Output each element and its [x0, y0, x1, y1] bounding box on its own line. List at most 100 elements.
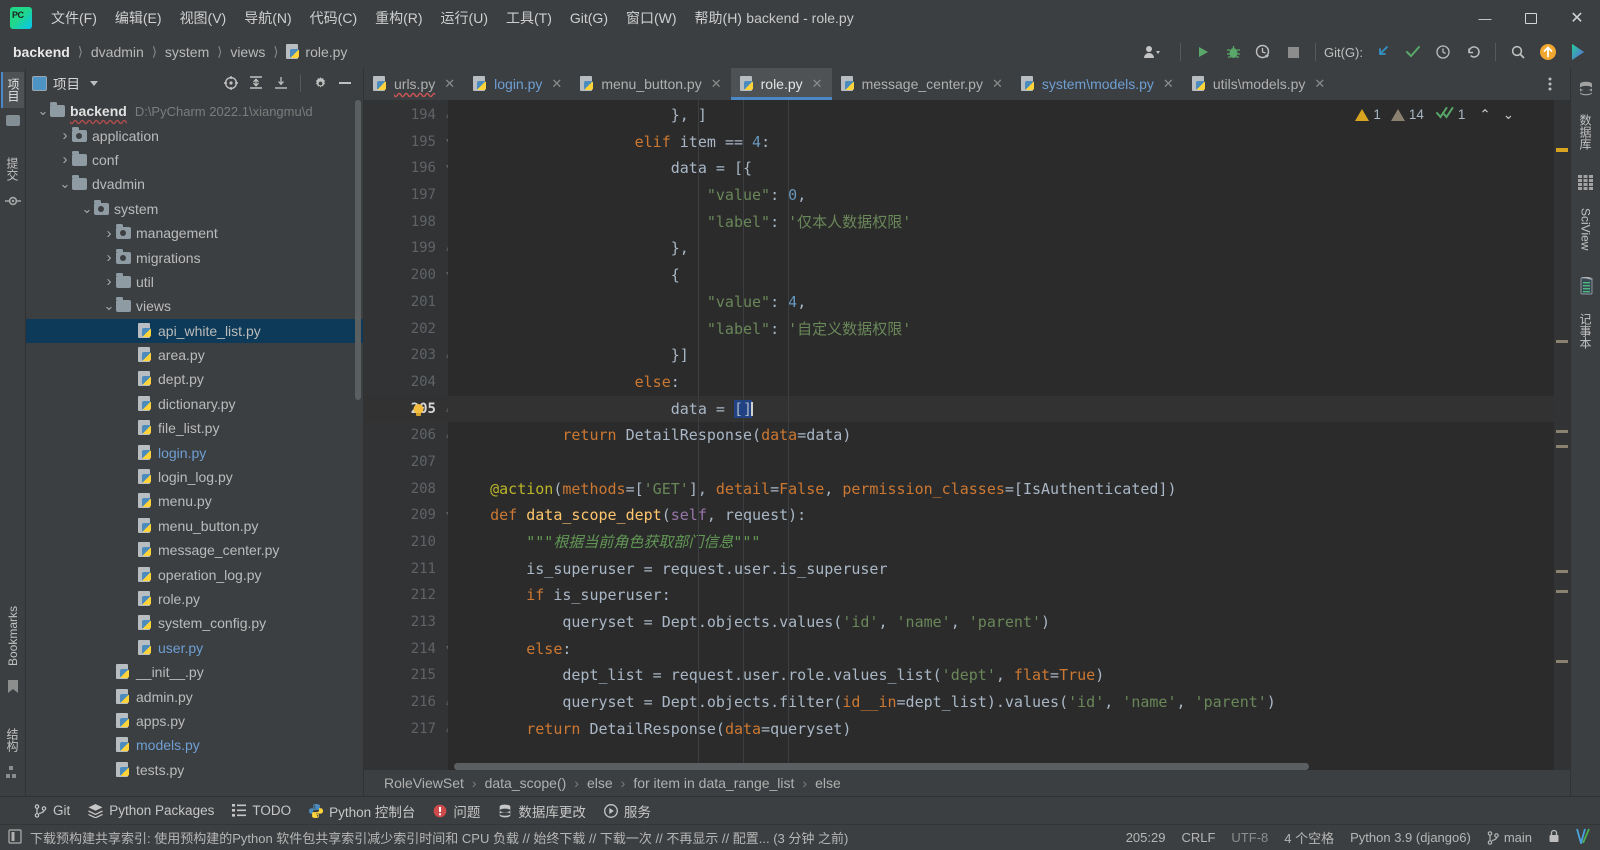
- editor-tab-urls-py[interactable]: urls.py ✕: [364, 68, 464, 100]
- tree-item-message_center-py[interactable]: message_center.py: [26, 538, 363, 562]
- code-line[interactable]: return DetailResponse(data=data): [448, 422, 1554, 449]
- tree-item-system[interactable]: ⌄ system: [26, 197, 363, 221]
- tree-item-operation_log-py[interactable]: operation_log.py: [26, 562, 363, 586]
- editor-tab-message_center-py[interactable]: message_center.py ✕: [832, 68, 1012, 100]
- close-tab-icon[interactable]: ✕: [711, 76, 722, 92]
- code-line[interactable]: if is_superuser:: [448, 582, 1554, 609]
- run-with-coverage-button[interactable]: [1249, 39, 1277, 65]
- inspections-widget[interactable]: 1 14 1 ⌃ ⌄: [1355, 106, 1514, 123]
- select-opened-file-icon[interactable]: [219, 71, 243, 95]
- code-line[interactable]: elif item == 4:: [448, 129, 1554, 156]
- tree-item-file_list-py[interactable]: file_list.py: [26, 416, 363, 440]
- collapse-all-icon[interactable]: [269, 71, 293, 95]
- code-line[interactable]: data = []: [448, 395, 1554, 423]
- tree-item-login_log-py[interactable]: login_log.py: [26, 465, 363, 489]
- git-history-icon[interactable]: [1429, 39, 1457, 65]
- chevron-right-icon[interactable]: ›: [58, 127, 72, 144]
- chevron-down-icon[interactable]: ⌄: [58, 177, 72, 190]
- next-problem-icon[interactable]: ⌄: [1503, 107, 1514, 123]
- code-line[interactable]: "value": 4,: [448, 289, 1554, 316]
- line-number[interactable]: 208: [364, 476, 448, 503]
- tree-item-role-py[interactable]: role.py: [26, 587, 363, 611]
- tree-item-__init__-py[interactable]: __init__.py: [26, 660, 363, 684]
- status-message-area[interactable]: 下载预构建共享索引: 使用预构建的Python 软件包共享索引减少索引时间和 C…: [8, 828, 848, 847]
- tree-item-util[interactable]: › util: [26, 270, 363, 294]
- tree-item-dvadmin[interactable]: ⌄ dvadmin: [26, 172, 363, 196]
- line-number[interactable]: 217△: [364, 716, 452, 743]
- tree-item-api_white_list-py[interactable]: api_white_list.py: [26, 318, 363, 343]
- tool-window-todo[interactable]: TODO: [232, 803, 291, 818]
- prev-problem-icon[interactable]: ⌃: [1479, 107, 1490, 123]
- close-tab-icon[interactable]: ✕: [551, 76, 562, 92]
- line-number[interactable]: 196▽: [364, 155, 452, 182]
- editor-tab-role-py[interactable]: role.py ✕: [730, 68, 832, 100]
- line-number[interactable]: 214▽: [364, 636, 452, 663]
- line-number[interactable]: 201: [364, 289, 448, 316]
- tool-tab-sciview[interactable]: SciView: [1577, 202, 1595, 256]
- close-tab-icon[interactable]: ✕: [812, 76, 823, 92]
- close-tab-icon[interactable]: ✕: [1314, 76, 1325, 92]
- tree-item-dept-py[interactable]: dept.py: [26, 367, 363, 391]
- tool-tab-structure[interactable]: 结构: [2, 722, 23, 758]
- line-number[interactable]: 204: [364, 369, 448, 396]
- tree-item-login-py[interactable]: login.py: [26, 440, 363, 464]
- menu-tools[interactable]: 工具(T): [497, 4, 561, 32]
- code-line[interactable]: is_superuser = request.user.is_superuser: [448, 556, 1554, 583]
- line-number[interactable]: 197: [364, 182, 448, 209]
- code-line[interactable]: "value": 0,: [448, 182, 1554, 209]
- tool-window---[interactable]: 服务: [603, 801, 651, 821]
- tree-item-migrations[interactable]: › migrations: [26, 245, 363, 269]
- tool-tab-project[interactable]: 项目: [1, 72, 24, 108]
- line-number[interactable]: 198: [364, 209, 448, 236]
- run-button[interactable]: [1189, 39, 1217, 65]
- line-separator[interactable]: CRLF: [1181, 830, 1215, 845]
- expand-all-icon[interactable]: [244, 71, 268, 95]
- ide-memory-indicator[interactable]: [1576, 828, 1590, 847]
- project-tree-scrollbar[interactable]: [355, 100, 361, 400]
- tree-item-user-py[interactable]: user.py: [26, 636, 363, 660]
- editor-breadcrumb-item[interactable]: else: [815, 775, 841, 791]
- tree-item-menu-py[interactable]: menu.py: [26, 489, 363, 513]
- line-number[interactable]: 203△: [364, 342, 452, 369]
- close-tab-icon[interactable]: ✕: [1163, 76, 1174, 92]
- notebook-icon[interactable]: [1578, 275, 1594, 300]
- close-button[interactable]: ✕: [1554, 0, 1600, 36]
- sciview-grid-icon[interactable]: [1578, 175, 1593, 195]
- stop-button[interactable]: [1279, 39, 1307, 65]
- menu-file[interactable]: 文件(F): [42, 4, 106, 32]
- menu-run[interactable]: 运行(U): [432, 4, 497, 32]
- chevron-down-icon[interactable]: [90, 80, 98, 86]
- code-text[interactable]: }, ] elif item == 4: data = [{ "value": …: [448, 100, 1554, 770]
- profile-dropdown-icon[interactable]: [1134, 39, 1172, 65]
- editor-breadcrumb-item[interactable]: else: [587, 775, 613, 791]
- hide-panel-icon[interactable]: [333, 71, 357, 95]
- git-update-project-icon[interactable]: [1369, 39, 1397, 65]
- code-line[interactable]: queryset = Dept.objects.values('id', 'na…: [448, 609, 1554, 636]
- minimize-button[interactable]: —: [1462, 0, 1508, 36]
- line-number[interactable]: 206△: [364, 422, 452, 449]
- code-line[interactable]: @action(methods=['GET'], detail=False, p…: [448, 476, 1554, 503]
- tree-item-models-py[interactable]: models.py: [26, 733, 363, 757]
- tool-tab-commit[interactable]: 提交: [2, 151, 23, 187]
- editor-viewport[interactable]: 194△195▽196▽197198199△200▽201202203△2042…: [364, 100, 1570, 770]
- line-number[interactable]: 212: [364, 582, 448, 609]
- editor-tabs-more-icon[interactable]: [1536, 71, 1564, 97]
- tool-tab-bookmarks[interactable]: Bookmarks: [4, 600, 22, 672]
- debug-button[interactable]: [1219, 39, 1247, 65]
- line-number[interactable]: 209▽: [364, 502, 452, 529]
- editor-breadcrumb-item[interactable]: for item in data_range_list: [633, 775, 794, 791]
- editor-tab-menu_button-py[interactable]: menu_button.py ✕: [571, 68, 730, 100]
- code-line[interactable]: }]: [448, 342, 1554, 369]
- code-line[interactable]: "label": '自定义数据权限': [448, 316, 1554, 343]
- chevron-right-icon[interactable]: ›: [58, 151, 72, 168]
- chevron-right-icon[interactable]: ›: [102, 273, 116, 290]
- maximize-button[interactable]: [1508, 0, 1554, 36]
- code-line[interactable]: dept_list = request.user.role.values_lis…: [448, 662, 1554, 689]
- chevron-right-icon[interactable]: ›: [102, 225, 116, 242]
- status-message[interactable]: 下载预构建共享索引: 使用预构建的Python 软件包共享索引减少索引时间和 C…: [30, 828, 848, 847]
- breadcrumb-dvadmin[interactable]: dvadmin: [88, 43, 147, 61]
- tool-window---[interactable]: 问题: [433, 801, 480, 821]
- tree-item-backend[interactable]: ⌄ backend D:\PyCharm 2022.1\xiangmu\d: [26, 99, 363, 123]
- chevron-right-icon[interactable]: ›: [102, 249, 116, 266]
- code-line[interactable]: },: [448, 235, 1554, 262]
